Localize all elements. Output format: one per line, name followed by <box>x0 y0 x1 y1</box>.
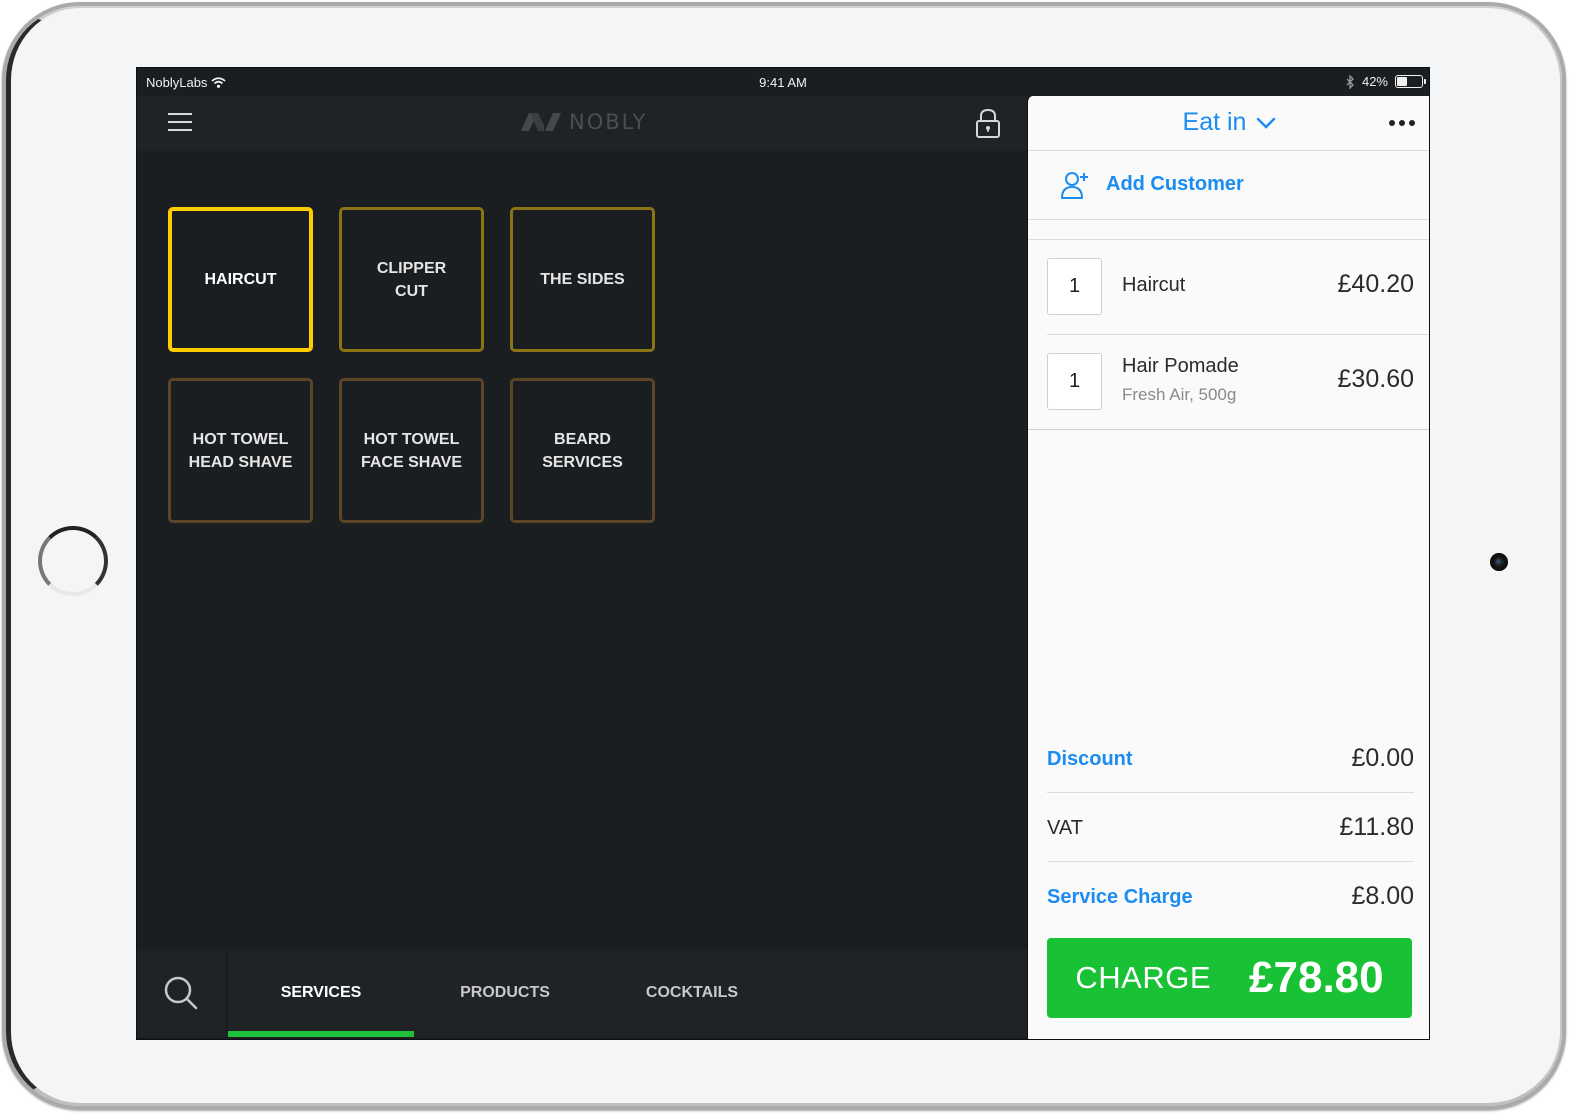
item-name: Hair Pomade <box>1122 355 1239 377</box>
cart-header: Eat in <box>1028 96 1429 151</box>
vat-label: VAT <box>1047 817 1083 839</box>
tile-clipper-cut[interactable]: CLIPPER CUT <box>339 207 484 352</box>
cart-item[interactable]: 1 Haircut £40.20 <box>1047 240 1429 334</box>
menu-icon[interactable] <box>168 113 192 132</box>
logo-text: NOBLY <box>569 110 648 134</box>
tile-grid: HAIRCUT CLIPPER CUT THE SIDES HOT TOWEL … <box>168 207 655 523</box>
total-row-vat: VAT £11.80 <box>1047 793 1414 862</box>
tab-cocktails[interactable]: COCKTAILS <box>599 949 785 1037</box>
cart-items: 1 Haircut £40.20 1 Hair Pomade Fresh Air… <box>1028 239 1429 430</box>
search-icon <box>164 976 198 1010</box>
nobly-logo: NOBLY <box>521 110 647 134</box>
order-type-label: Eat in <box>1182 108 1247 136</box>
chevron-down-icon <box>1257 117 1276 129</box>
total-row-discount: Discount £0.00 <box>1047 724 1414 793</box>
tile-hot-towel-head-shave[interactable]: HOT TOWEL HEAD SHAVE <box>168 378 313 523</box>
app-screen: NoblyLabs 9:41 AM 42% NOBLY HAIRCUT CLIP… <box>136 67 1430 1040</box>
quantity-field[interactable]: 1 <box>1047 258 1102 315</box>
status-bar: NoblyLabs 9:41 AM 42% <box>137 68 1429 96</box>
service-charge-link[interactable]: Service Charge <box>1047 886 1193 909</box>
charge-amount: £78.80 <box>1249 953 1384 1002</box>
home-button[interactable] <box>38 526 108 596</box>
clock: 9:41 AM <box>759 75 807 90</box>
top-bar: NOBLY <box>137 96 1027 151</box>
category-tab-bar: SERVICES PRODUCTS COCKTAILS <box>137 949 1027 1037</box>
tab-services[interactable]: SERVICES <box>228 949 414 1037</box>
status-right: 42% <box>1346 74 1426 89</box>
bluetooth-icon <box>1346 74 1354 89</box>
total-row-service-charge: Service Charge £8.00 <box>1047 862 1414 931</box>
tile-haircut[interactable]: HAIRCUT <box>168 207 313 352</box>
totals: Discount £0.00 VAT £11.80 Service Charge… <box>1047 724 1414 931</box>
item-price: £40.20 <box>1337 270 1414 298</box>
item-name: Haircut <box>1122 274 1186 296</box>
cart-item[interactable]: 1 Hair Pomade Fresh Air, 500g £30.60 <box>1047 334 1429 429</box>
discount-link[interactable]: Discount <box>1047 748 1133 771</box>
add-user-icon <box>1061 172 1088 199</box>
discount-value: £0.00 <box>1351 744 1414 772</box>
battery-percent: 42% <box>1361 74 1388 89</box>
order-type-dropdown[interactable]: Eat in <box>1028 108 1429 137</box>
charge-label: CHARGE <box>1075 960 1212 995</box>
tab-products[interactable]: PRODUCTS <box>412 949 598 1037</box>
tile-the-sides[interactable]: THE SIDES <box>510 207 655 352</box>
item-variant: Fresh Air, 500g <box>1122 385 1237 404</box>
tile-beard-services[interactable]: BEARD SERVICES <box>510 378 655 523</box>
nobly-logo-mark <box>521 113 561 131</box>
vat-value: £11.80 <box>1339 813 1414 841</box>
camera-icon <box>1490 553 1508 571</box>
battery-level <box>1397 77 1407 86</box>
item-price: £30.60 <box>1337 365 1414 393</box>
cart-panel: Eat in Add Customer 1 Haircut £40.20 1 H… <box>1027 96 1429 1039</box>
lock-icon[interactable] <box>975 108 1001 138</box>
add-customer-label: Add Customer <box>1106 173 1244 195</box>
tile-hot-towel-face-shave[interactable]: HOT TOWEL FACE SHAVE <box>339 378 484 523</box>
search-button[interactable] <box>137 949 227 1037</box>
add-customer-button[interactable]: Add Customer <box>1028 151 1429 220</box>
more-options-icon[interactable] <box>1389 120 1415 126</box>
charge-button[interactable]: CHARGE £78.80 <box>1047 938 1412 1018</box>
battery-icon <box>1395 75 1426 88</box>
quantity-field[interactable]: 1 <box>1047 353 1102 410</box>
service-charge-value: £8.00 <box>1351 882 1414 910</box>
